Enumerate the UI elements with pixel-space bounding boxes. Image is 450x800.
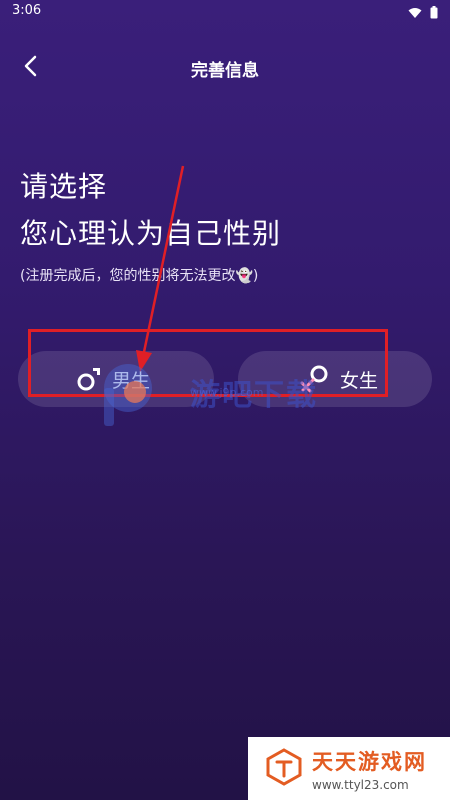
corner-badge: 天天游戏网 www.ttyl23.com [248,737,450,800]
female-option-button[interactable]: 女生 [238,351,432,407]
site-logo-icon [264,747,304,791]
male-symbol-icon [76,366,102,392]
wifi-icon [408,4,422,23]
female-symbol-icon [298,364,330,394]
header: 完善信息 [0,48,450,88]
prompt-heading-line2: 您心理认为自己性别 [20,217,282,250]
male-option-button[interactable]: 男生 [18,351,214,407]
battery-icon [430,4,438,23]
page-title: 完善信息 [191,61,259,81]
corner-badge-url: www.ttyl23.com [312,777,409,792]
male-option-label: 男生 [112,369,151,392]
status-icons [408,4,438,23]
prompt-heading-line1: 请选择 [20,170,108,203]
status-bar: 3:06 [0,0,450,22]
corner-badge-name: 天天游戏网 [312,749,427,774]
prompt-note: (注册完成后，您的性别将无法更改👻) [20,268,259,284]
female-option-label: 女生 [340,369,379,392]
status-time: 3:06 [12,3,42,18]
